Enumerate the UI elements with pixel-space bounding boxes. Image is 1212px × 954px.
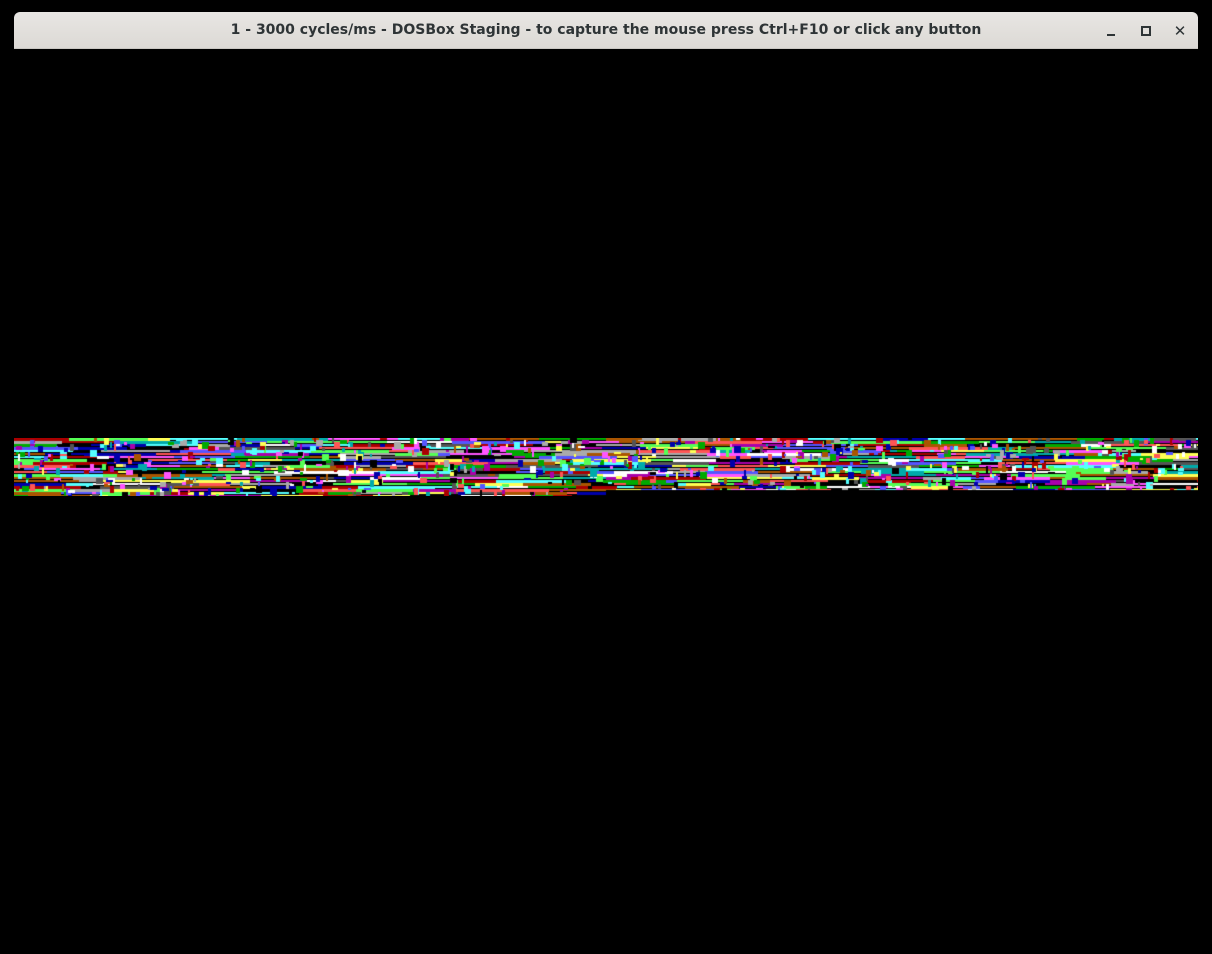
close-button[interactable]: ✕ — [1168, 19, 1192, 43]
garbled-display-band — [14, 438, 1198, 496]
dosbox-window: 1 - 3000 cycles/ms - DOSBox Staging - to… — [14, 12, 1198, 954]
maximize-icon — [1141, 26, 1151, 36]
dos-screen[interactable] — [14, 49, 1198, 954]
title-bar[interactable]: 1 - 3000 cycles/ms - DOSBox Staging - to… — [14, 12, 1198, 49]
close-icon: ✕ — [1173, 21, 1187, 40]
minimize-icon — [1107, 34, 1115, 36]
maximize-button[interactable] — [1134, 19, 1158, 43]
window-title: 1 - 3000 cycles/ms - DOSBox Staging - to… — [230, 22, 982, 38]
minimize-button[interactable] — [1099, 19, 1123, 43]
